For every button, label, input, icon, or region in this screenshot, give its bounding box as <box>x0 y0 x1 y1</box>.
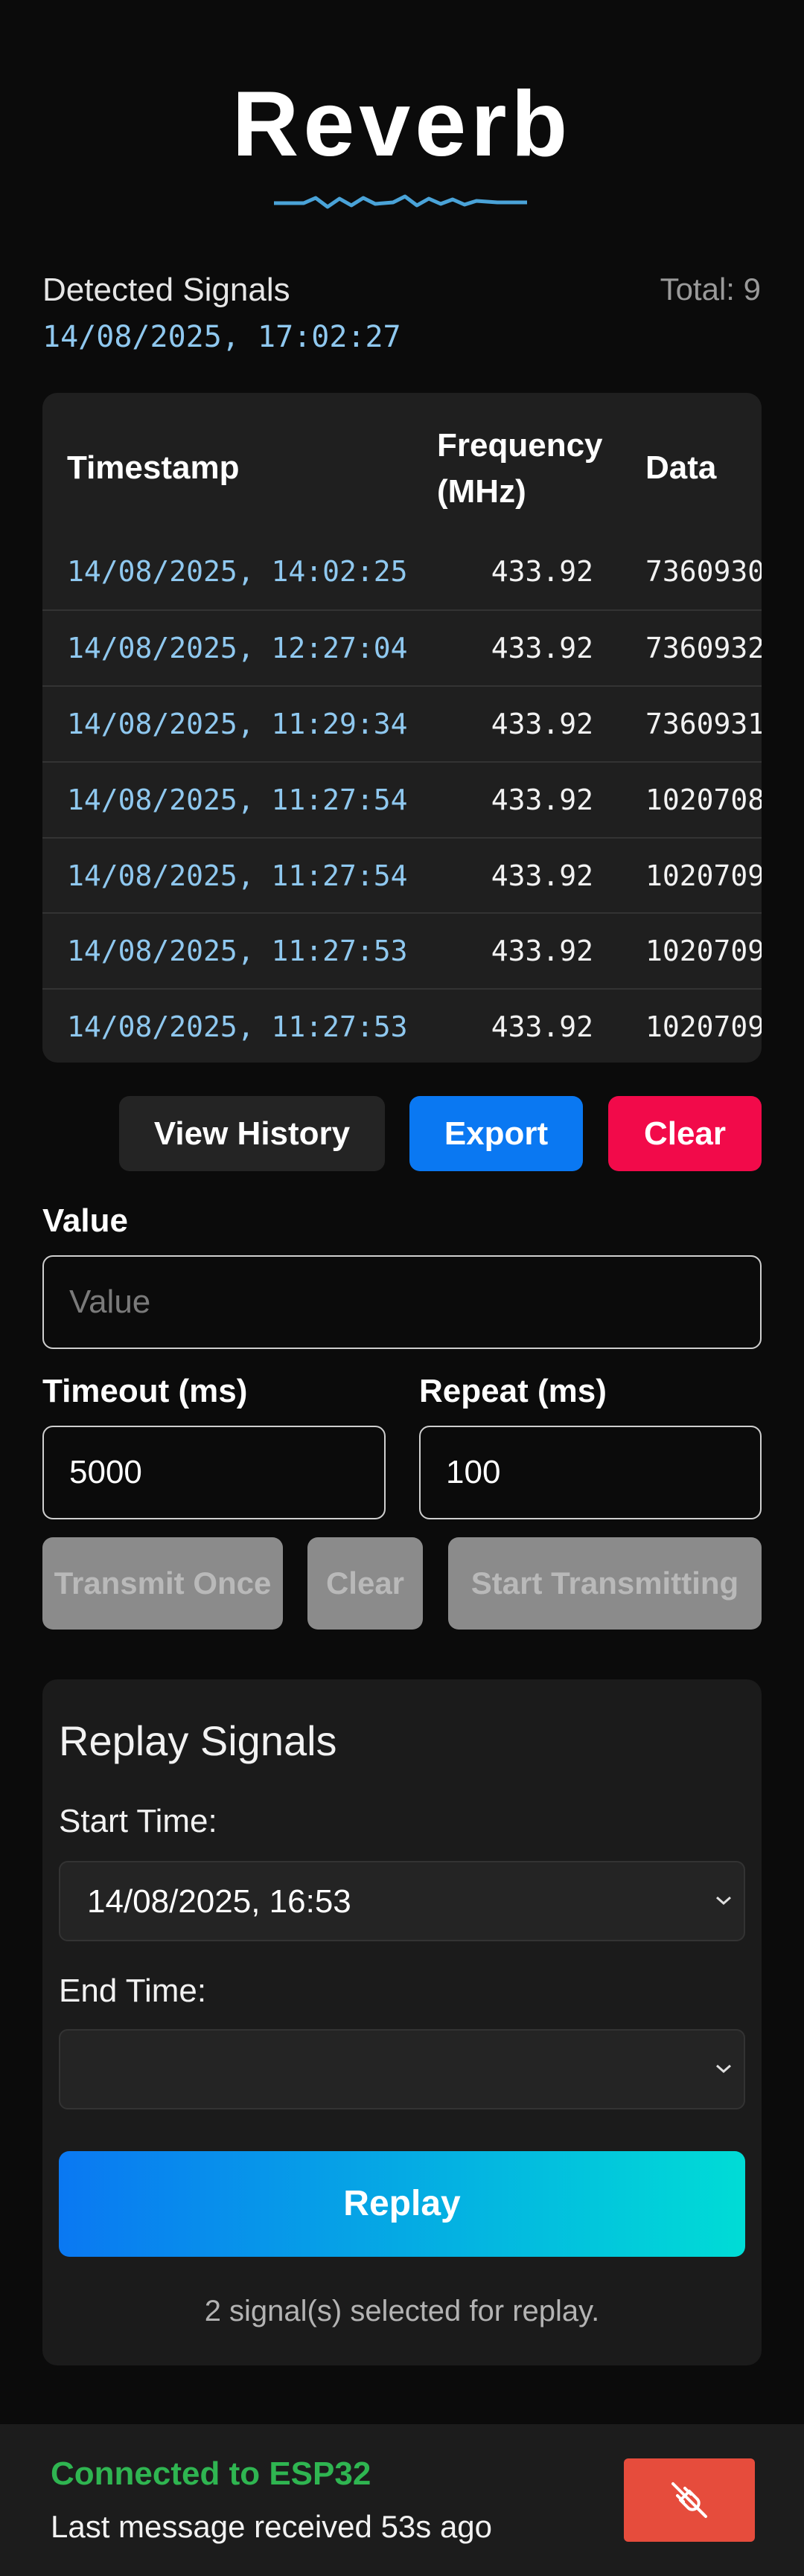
row-frequency: 433.92 <box>491 632 593 664</box>
row-timestamp: 14/08/2025, 11:29:34 <box>67 708 408 740</box>
header-timestamp: Timestamp <box>67 449 240 486</box>
row-data: 7360930 <box>645 555 762 588</box>
row-data: 10207092 <box>645 935 762 967</box>
export-button[interactable]: Export <box>409 1096 583 1171</box>
row-timestamp: 14/08/2025, 11:27:53 <box>67 1010 408 1043</box>
plug-off-icon <box>671 2482 707 2518</box>
row-data: 10207090 <box>645 1010 762 1043</box>
row-frequency: 433.92 <box>491 859 593 892</box>
clear-value-button[interactable]: Clear <box>307 1537 423 1630</box>
disconnect-button[interactable] <box>624 2458 755 2542</box>
status-bar: Connected to ESP32 Last message received… <box>0 2424 804 2576</box>
start-transmitting-button[interactable]: Start Transmitting <box>448 1537 762 1630</box>
clear-signals-button[interactable]: Clear <box>608 1096 762 1171</box>
row-timestamp: 14/08/2025, 11:27:54 <box>67 859 408 892</box>
transmit-once-button[interactable]: Transmit Once <box>42 1537 283 1630</box>
header-data: Data <box>645 449 717 486</box>
repeat-input[interactable] <box>419 1426 762 1519</box>
table-row[interactable]: 14/08/2025, 11:27:53 433.92 10207090 <box>42 988 762 1063</box>
replay-button[interactable]: Replay <box>59 2151 745 2257</box>
latest-signal-time: 14/08/2025, 17:02:27 <box>42 320 401 354</box>
table-row[interactable]: 14/08/2025, 11:29:34 433.92 7360931 <box>42 685 762 762</box>
end-time-label: End Time: <box>59 1973 207 2009</box>
header-frequency-line2: (MHz) <box>437 473 526 510</box>
last-message-status: Last message received 53s ago <box>51 2509 493 2544</box>
row-timestamp: 14/08/2025, 12:27:04 <box>67 632 408 664</box>
row-timestamp: 14/08/2025, 11:27:54 <box>67 784 408 816</box>
row-timestamp: 14/08/2025, 11:27:53 <box>67 935 408 967</box>
table-row[interactable]: 14/08/2025, 11:27:53 433.92 10207092 <box>42 912 762 989</box>
replay-title: Replay Signals <box>59 1717 337 1764</box>
start-time-select[interactable]: 14/08/2025, 16:53 <box>59 1861 745 1941</box>
chevron-down-icon <box>716 1896 731 1906</box>
app-title: Reverb <box>232 73 572 176</box>
timeout-input[interactable] <box>42 1426 386 1519</box>
header-frequency-line1: Frequency <box>437 427 603 464</box>
chevron-down-icon <box>716 2064 731 2074</box>
header-frequency: Frequency (MHz) <box>437 423 603 515</box>
wave-icon <box>274 194 527 209</box>
connection-status: Connected to ESP32 <box>51 2455 371 2492</box>
timeout-label: Timeout (ms) <box>42 1373 248 1409</box>
table-row[interactable]: 14/08/2025, 11:27:54 433.92 10207089 <box>42 761 762 838</box>
detected-signals-label: Detected Signals <box>42 272 290 308</box>
value-input[interactable] <box>42 1255 762 1349</box>
view-history-button[interactable]: View History <box>119 1096 385 1171</box>
replay-panel: Replay Signals Start Time: 14/08/2025, 1… <box>42 1679 762 2365</box>
row-frequency: 433.92 <box>491 1010 593 1043</box>
table-row[interactable]: 14/08/2025, 12:27:04 433.92 7360932 <box>42 609 762 686</box>
signals-table: Timestamp Frequency (MHz) Data 14/08/202… <box>42 393 762 1063</box>
row-timestamp: 14/08/2025, 14:02:25 <box>67 555 408 588</box>
start-time-label: Start Time: <box>59 1803 217 1839</box>
table-row[interactable]: 14/08/2025, 11:27:54 433.92 10207090 <box>42 837 762 914</box>
row-frequency: 433.92 <box>491 784 593 816</box>
start-time-value: 14/08/2025, 16:53 <box>87 1883 351 1920</box>
row-data: 10207090 <box>645 859 762 892</box>
row-data: 7360932 <box>645 632 762 664</box>
end-time-select[interactable] <box>59 2029 745 2109</box>
row-data: 10207089 <box>645 784 762 816</box>
row-data: 7360931 <box>645 708 762 740</box>
repeat-label: Repeat (ms) <box>419 1373 607 1409</box>
replay-selection-note: 2 signal(s) selected for replay. <box>204 2295 600 2327</box>
row-frequency: 433.92 <box>491 935 593 967</box>
table-row[interactable]: 14/08/2025, 14:02:25 433.92 7360930 <box>42 534 762 609</box>
row-frequency: 433.92 <box>491 555 593 588</box>
value-label: Value <box>42 1202 128 1239</box>
row-frequency: 433.92 <box>491 708 593 740</box>
signals-total: Total: 9 <box>660 272 761 307</box>
